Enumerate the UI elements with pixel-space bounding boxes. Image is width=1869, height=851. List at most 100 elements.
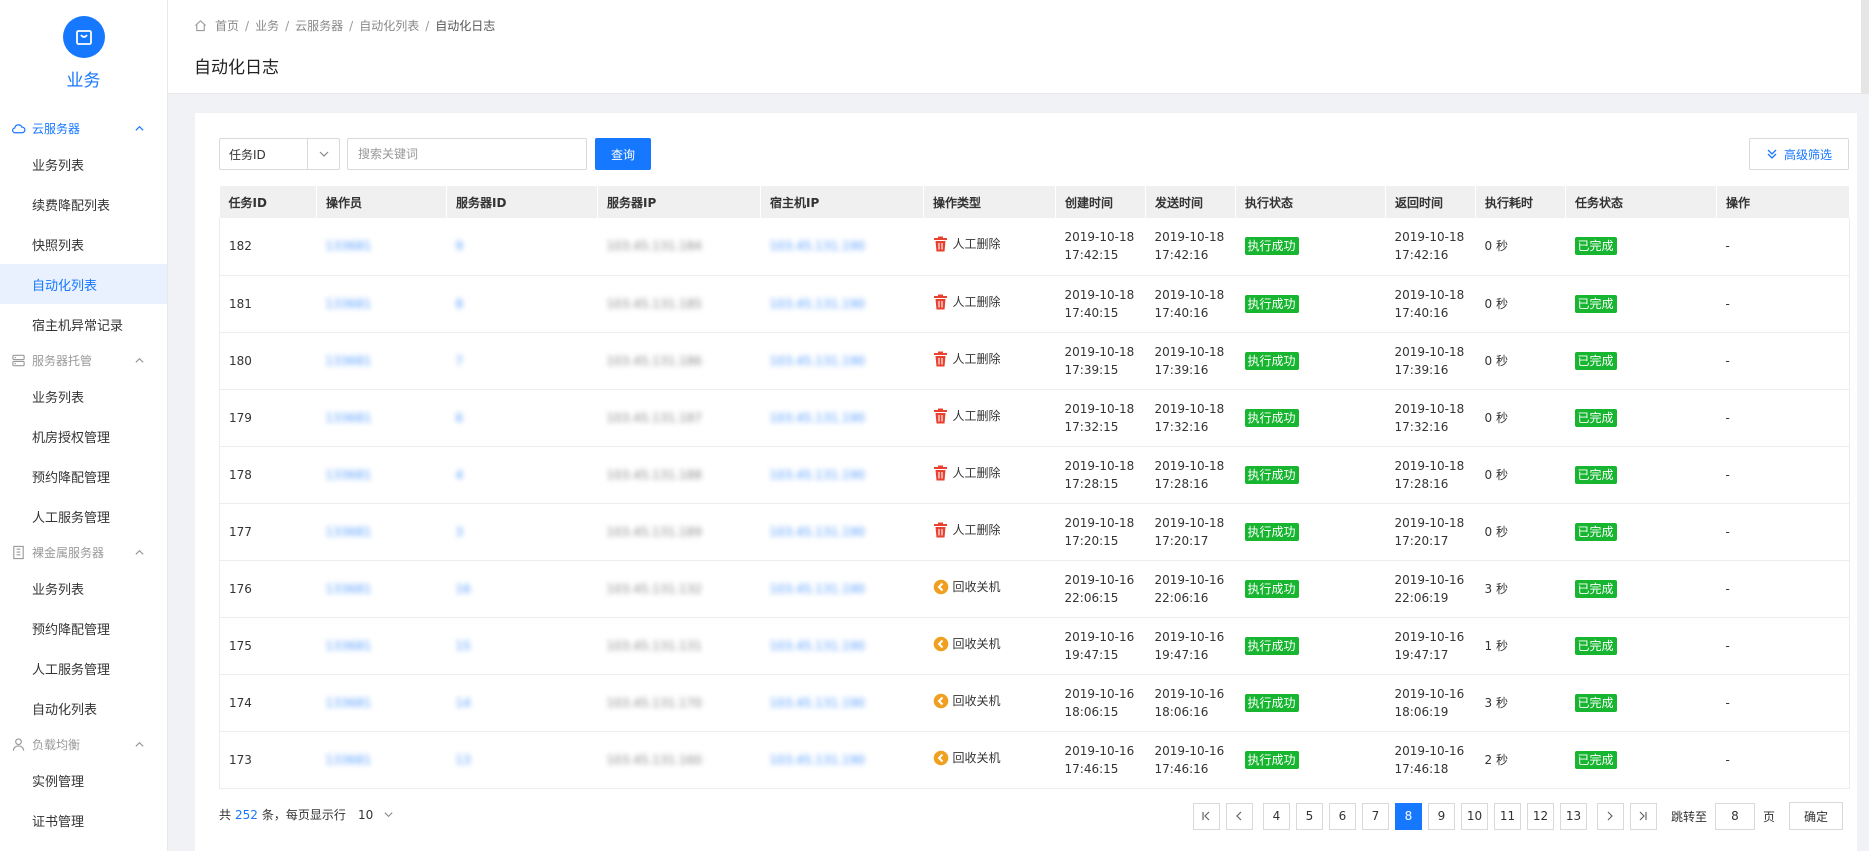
host-ip-link[interactable]: 103.45.131.190 (770, 582, 865, 596)
scrollbar[interactable] (1861, 0, 1869, 94)
host-ip-link[interactable]: 103.45.131.190 (770, 297, 865, 311)
breadcrumb-item[interactable]: 业务 (255, 17, 279, 34)
host-ip-link[interactable]: 103.45.131.190 (770, 468, 865, 482)
sidebar-group[interactable]: 裸金属服务器 (0, 536, 167, 568)
operator-link[interactable]: 133681 (326, 696, 372, 710)
cell-action: - (1716, 446, 1850, 504)
sidebar-item[interactable]: 业务列表 (0, 568, 167, 608)
sidebar-item[interactable]: 实例管理 (0, 760, 167, 800)
server-id-link[interactable]: 15 (456, 639, 471, 653)
breadcrumb-item[interactable]: 首页 (215, 17, 239, 34)
sidebar-item[interactable]: 机房授权管理 (0, 416, 167, 456)
sidebar-item[interactable]: 快照列表 (0, 224, 167, 264)
cell-op-type: 人工删除 (923, 446, 1056, 504)
breadcrumb-item[interactable]: 自动化列表 (359, 17, 419, 34)
search-field-select[interactable]: 任务ID (219, 138, 340, 170)
host-ip-link[interactable]: 103.45.131.190 (770, 411, 865, 425)
sidebar: 业务 云服务器 业务列表 续费降配列表 快照列表 自动化列表 宿主机异常记录 服务器托管 业务… (0, 0, 168, 851)
operator-link[interactable]: 133681 (326, 239, 372, 253)
operator-link[interactable]: 133681 (326, 468, 372, 482)
advanced-filter-button[interactable]: 高级筛选 (1749, 138, 1849, 170)
first-page-button[interactable] (1192, 802, 1220, 830)
search-input[interactable] (347, 138, 587, 170)
cell-operator: 133681 (316, 617, 447, 675)
sidebar-item[interactable]: 自动化列表 (0, 688, 167, 728)
server-id-link[interactable]: 16 (456, 582, 471, 596)
host-ip-link[interactable]: 103.45.131.190 (770, 753, 865, 767)
column-header: 操作 (1716, 186, 1850, 218)
server-id-link[interactable]: 3 (456, 525, 464, 539)
server-id-link[interactable]: 8 (456, 297, 464, 311)
cell-exec-status: 执行成功 (1235, 731, 1386, 789)
host-ip-link[interactable]: 103.45.131.190 (770, 696, 865, 710)
status-badge: 执行成功 (1244, 408, 1299, 427)
cell-op-type: 回收关机 (923, 560, 1056, 618)
host-ip-link[interactable]: 103.45.131.190 (770, 639, 865, 653)
page-size-select[interactable]: 10 (358, 808, 394, 822)
operator-link[interactable]: 133681 (326, 525, 372, 539)
breadcrumb-separator: / (349, 18, 354, 33)
host-ip-link[interactable]: 103.45.131.190 (770, 239, 865, 253)
page-button[interactable]: 13 (1559, 802, 1587, 830)
next-page-button[interactable] (1596, 802, 1624, 830)
cell-server-id: 14 (446, 674, 598, 732)
sidebar-item[interactable]: 预约降配管理 (0, 456, 167, 496)
page-button[interactable]: 4 (1262, 802, 1290, 830)
query-button[interactable]: 查询 (595, 138, 651, 170)
server-id-link[interactable]: 13 (456, 753, 471, 767)
last-page-button[interactable] (1629, 802, 1657, 830)
cell-server-ip: 103.45.131.186 (597, 332, 761, 390)
server-id-link[interactable]: 7 (456, 354, 464, 368)
server-id-link[interactable]: 4 (456, 468, 464, 482)
server-id-link[interactable]: 14 (456, 696, 471, 710)
task-id: 177 (229, 524, 252, 539)
cell-server-ip: 103.45.131.189 (597, 503, 761, 561)
cell-task-id: 181 (219, 275, 317, 333)
page-button[interactable]: 6 (1328, 802, 1356, 830)
sidebar-item[interactable]: 业务列表 (0, 144, 167, 184)
page-button[interactable]: 9 (1427, 802, 1455, 830)
page-button[interactable]: 10 (1460, 802, 1488, 830)
sidebar-item[interactable]: 宿主机异常记录 (0, 304, 167, 344)
jump-page-input[interactable] (1714, 802, 1755, 830)
status-badge: 已完成 (1574, 693, 1617, 712)
operator-link[interactable]: 133681 (326, 582, 372, 596)
sidebar-item[interactable]: 自动化列表 (0, 264, 167, 304)
host-ip-link[interactable]: 103.45.131.190 (770, 525, 865, 539)
cell-task-id: 175 (219, 617, 317, 675)
page-button[interactable]: 5 (1295, 802, 1323, 830)
operator-link[interactable]: 133681 (326, 639, 372, 653)
sidebar-item[interactable]: 证书管理 (0, 800, 167, 840)
returned-clock: 17:32:16 (1394, 419, 1449, 434)
action-text: - (1725, 581, 1730, 596)
sidebar-item[interactable]: 业务列表 (0, 376, 167, 416)
jump-confirm-button[interactable]: 确定 (1789, 802, 1843, 830)
sidebar-group[interactable]: 服务器托管 (0, 344, 167, 376)
sidebar-group[interactable]: 云服务器 (0, 112, 167, 144)
breadcrumb-item[interactable]: 云服务器 (295, 17, 343, 34)
cell-host-ip: 103.45.131.190 (760, 218, 924, 276)
page-button[interactable]: 7 (1361, 802, 1389, 830)
returned-date: 2019-10-18 (1394, 230, 1465, 245)
operator-link[interactable]: 133681 (326, 411, 372, 425)
page-button[interactable]: 11 (1493, 802, 1521, 830)
page-button[interactable]: 12 (1526, 802, 1554, 830)
operator-link[interactable]: 133681 (326, 354, 372, 368)
cell-returned-time: 2019-10-18 17:32:16 (1385, 389, 1476, 447)
status-badge: 已完成 (1574, 237, 1617, 256)
prev-page-button[interactable] (1225, 802, 1253, 830)
sidebar-item[interactable]: 人工服务管理 (0, 496, 167, 536)
sidebar-item[interactable]: 预约降配管理 (0, 608, 167, 648)
sidebar-item[interactable]: 续费降配列表 (0, 184, 167, 224)
operator-link[interactable]: 133681 (326, 753, 372, 767)
operator-link[interactable]: 133681 (326, 297, 372, 311)
cell-exec-status: 执行成功 (1235, 503, 1386, 561)
sidebar-item[interactable]: 人工服务管理 (0, 648, 167, 688)
home-icon[interactable] (194, 19, 207, 32)
cell-server-ip: 103.45.131.170 (597, 674, 761, 732)
server-id-link[interactable]: 9 (456, 239, 464, 253)
sidebar-group[interactable]: 负载均衡 (0, 728, 167, 760)
page-button-current[interactable]: 8 (1394, 802, 1422, 830)
host-ip-link[interactable]: 103.45.131.190 (770, 354, 865, 368)
server-id-link[interactable]: 6 (456, 411, 464, 425)
